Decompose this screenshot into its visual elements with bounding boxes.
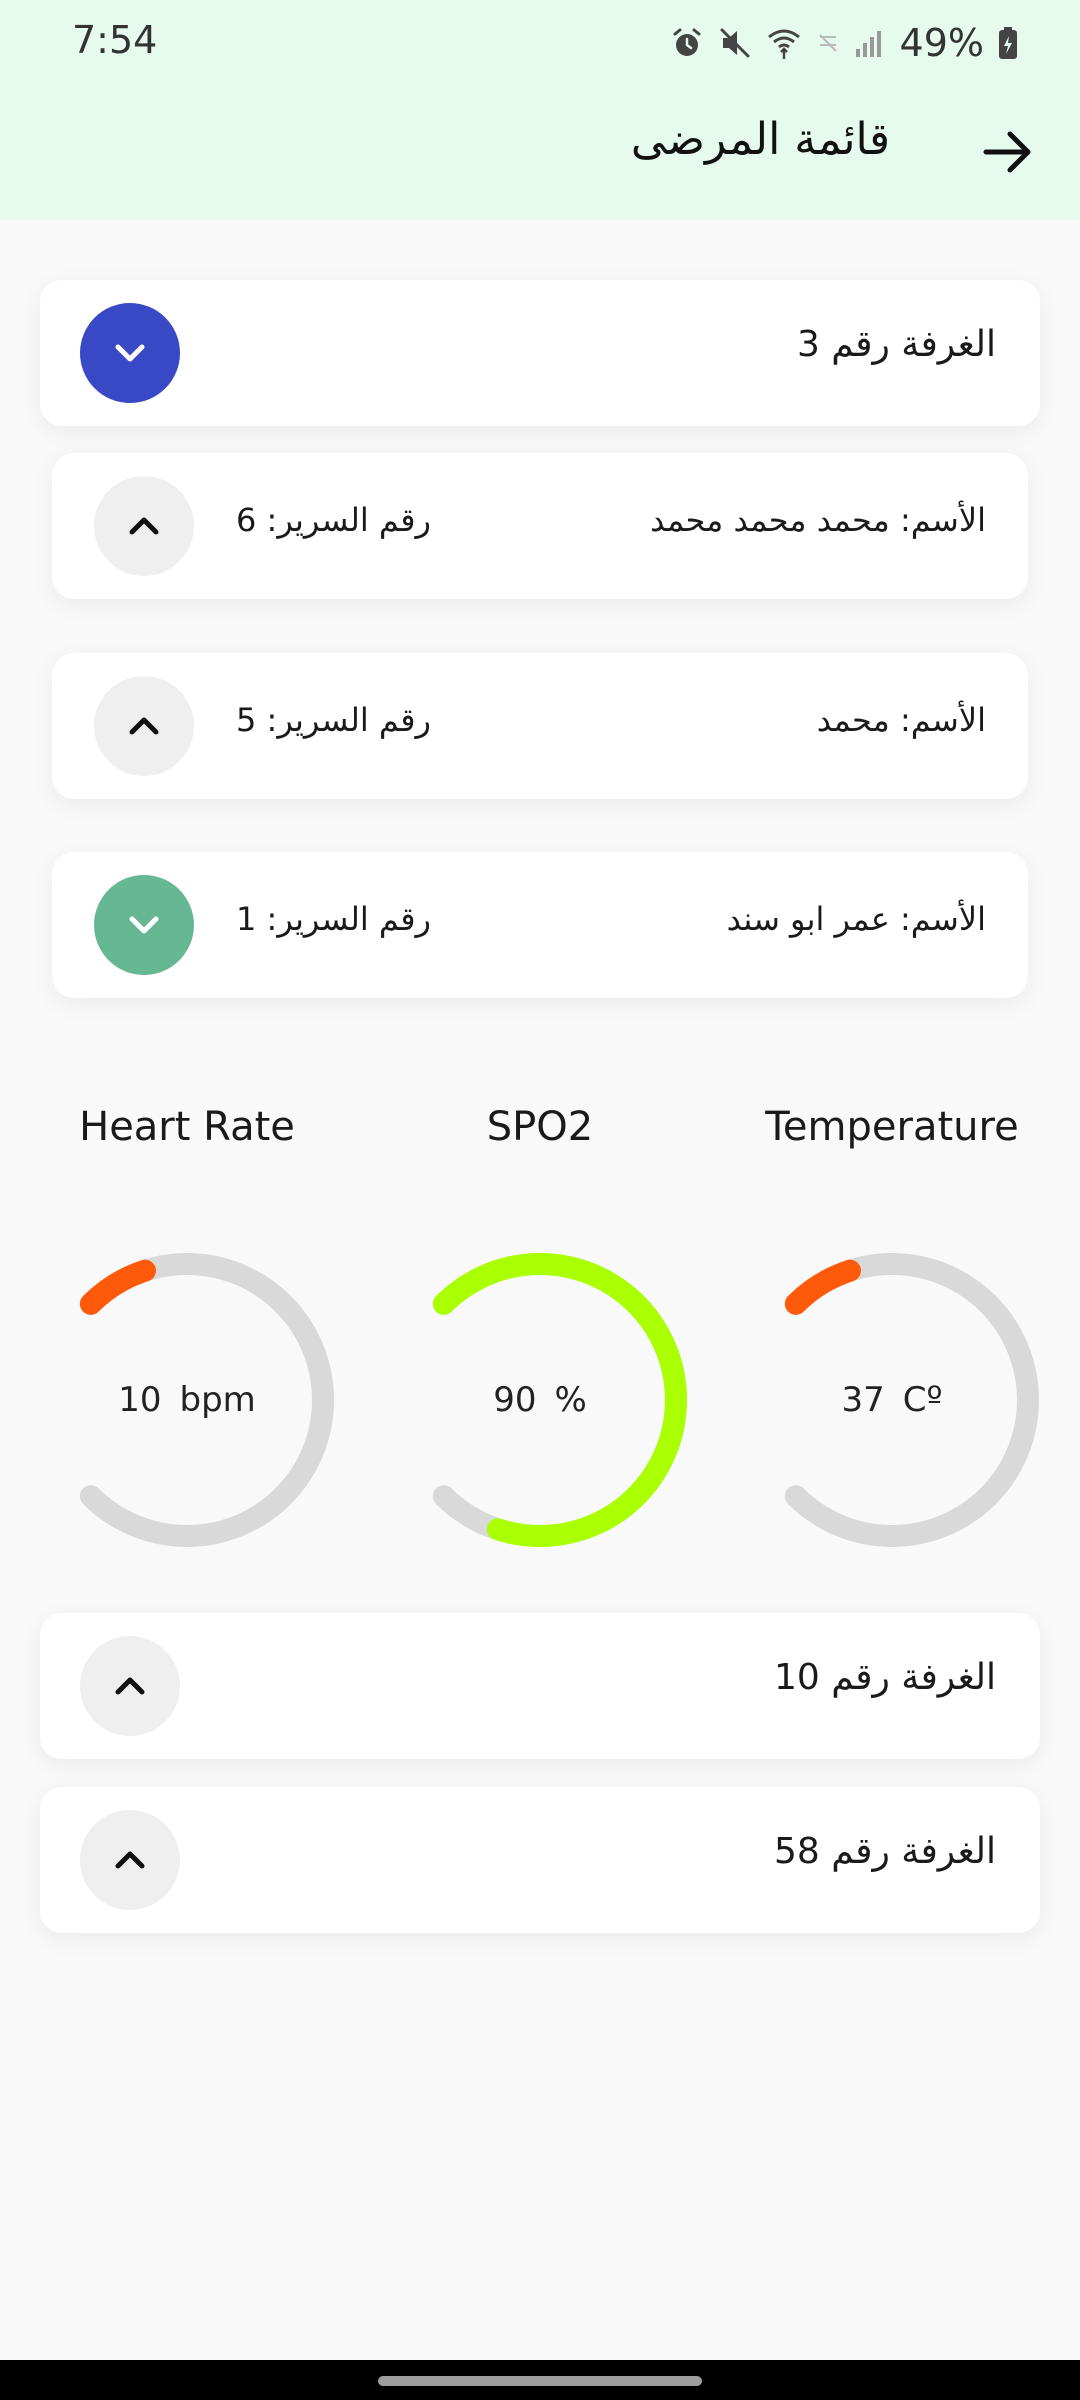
expand-patient-button[interactable] <box>94 875 194 975</box>
battery-percent: 49% <box>899 21 984 65</box>
expand-patient-button[interactable] <box>94 476 194 576</box>
heart-rate-unit: bpm <box>179 1380 256 1420</box>
spo2-unit: % <box>554 1380 587 1420</box>
chevron-up-icon <box>115 1677 145 1695</box>
patient-name: الأسم: عمر ابو سند <box>726 900 986 938</box>
spo2-value: 90 <box>493 1380 537 1420</box>
expand-room-button[interactable] <box>80 1636 180 1736</box>
heart-rate-value: 10 <box>118 1380 162 1420</box>
gauge-readout: 10 bpm <box>37 1250 337 1550</box>
app-bar: قائمة المرضى <box>0 86 1080 220</box>
mute-icon <box>720 28 750 58</box>
chevron-down-icon <box>115 344 145 362</box>
room-card[interactable]: الغرفة رقم 58 <box>40 1787 1040 1933</box>
temperature-unit: Cº <box>902 1380 943 1420</box>
patient-card[interactable]: رقم السرير: 5 الأسم: محمد <box>52 653 1028 799</box>
temperature-gauge: 37 Cº <box>742 1250 1042 1550</box>
room-card[interactable]: الغرفة رقم 3 <box>40 280 1040 426</box>
expand-room-button[interactable] <box>80 303 180 403</box>
data-off-icon <box>818 34 837 52</box>
patient-card[interactable]: رقم السرير: 6 الأسم: محمد محمد محمد <box>52 453 1028 599</box>
signal-icon <box>855 31 881 57</box>
home-handle[interactable] <box>378 2376 702 2386</box>
spo2-gauge: 90 % <box>390 1250 690 1550</box>
chevron-up-icon <box>129 517 159 535</box>
patient-name: الأسم: محمد <box>816 701 986 739</box>
gauge-readout: 90 % <box>390 1250 690 1550</box>
page-title: قائمة المرضى <box>630 114 890 165</box>
expand-room-button[interactable] <box>80 1810 180 1910</box>
chevron-up-icon <box>129 717 159 735</box>
status-bar: 7:54 49% <box>0 0 1080 86</box>
room-label: الغرفة رقم 10 <box>774 1657 996 1698</box>
temperature-title: Temperature <box>765 1104 1019 1150</box>
patient-name: الأسم: محمد محمد محمد <box>650 501 986 539</box>
room-label: الغرفة رقم 3 <box>796 324 996 365</box>
expand-patient-button[interactable] <box>94 676 194 776</box>
bed-number: رقم السرير: 1 <box>236 900 431 938</box>
bed-number: رقم السرير: 5 <box>236 701 431 739</box>
heart-rate-gauge: 10 bpm <box>37 1250 337 1550</box>
patient-card[interactable]: رقم السرير: 1 الأسم: عمر ابو سند <box>52 852 1028 998</box>
room-card[interactable]: الغرفة رقم 10 <box>40 1613 1040 1759</box>
room-label: الغرفة رقم 58 <box>774 1831 996 1872</box>
arrow-right-icon[interactable] <box>978 122 1038 182</box>
status-time: 7:54 <box>72 18 158 62</box>
chevron-down-icon <box>129 916 159 934</box>
status-icons: 49% <box>670 16 1018 70</box>
alarm-icon <box>673 28 701 56</box>
temperature-value: 37 <box>841 1380 885 1420</box>
spo2-title: SPO2 <box>486 1104 594 1150</box>
wifi-icon <box>767 29 800 59</box>
chevron-up-icon <box>115 1851 145 1869</box>
navigation-bar <box>0 2360 1080 2400</box>
battery-icon <box>999 27 1017 59</box>
heart-rate-title: Heart Rate <box>79 1104 295 1150</box>
gauge-readout: 37 Cº <box>742 1250 1042 1550</box>
bed-number: رقم السرير: 6 <box>236 501 431 539</box>
